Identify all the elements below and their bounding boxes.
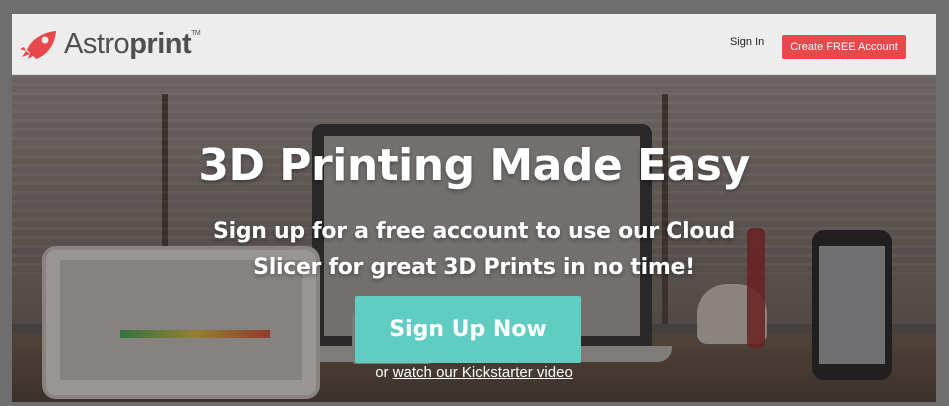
logo-text-light: Astro (64, 27, 130, 60)
hero-title: 3D Printing Made Easy (198, 140, 750, 191)
sign-up-now-button[interactable]: Sign Up Now (355, 296, 581, 363)
hero-subtitle: Sign up for a free account to use our Cl… (12, 214, 936, 286)
kickstarter-prefix: or (375, 364, 389, 381)
page-frame: AstroprintTM Sign In Create FREE Account… (12, 14, 936, 402)
top-navbar: AstroprintTM Sign In Create FREE Account (12, 14, 936, 75)
hero-subtitle-line-2: Slicer for great 3D Prints in no time! (253, 255, 695, 280)
hero-subtitle-line-1: Sign up for a free account to use our Cl… (213, 219, 735, 244)
logo-text-bold: print (129, 27, 192, 60)
logo-trademark: TM (191, 29, 201, 37)
kickstarter-video-link[interactable]: watch our Kickstarter video (393, 364, 573, 381)
sign-in-link[interactable]: Sign In (730, 36, 764, 48)
kickstarter-line: or watch our Kickstarter video (12, 364, 936, 381)
astroprint-logo[interactable]: AstroprintTM (20, 26, 201, 62)
create-account-button[interactable]: Create FREE Account (782, 35, 906, 59)
rocket-icon (20, 29, 58, 59)
logo-text: AstroprintTM (64, 27, 201, 61)
